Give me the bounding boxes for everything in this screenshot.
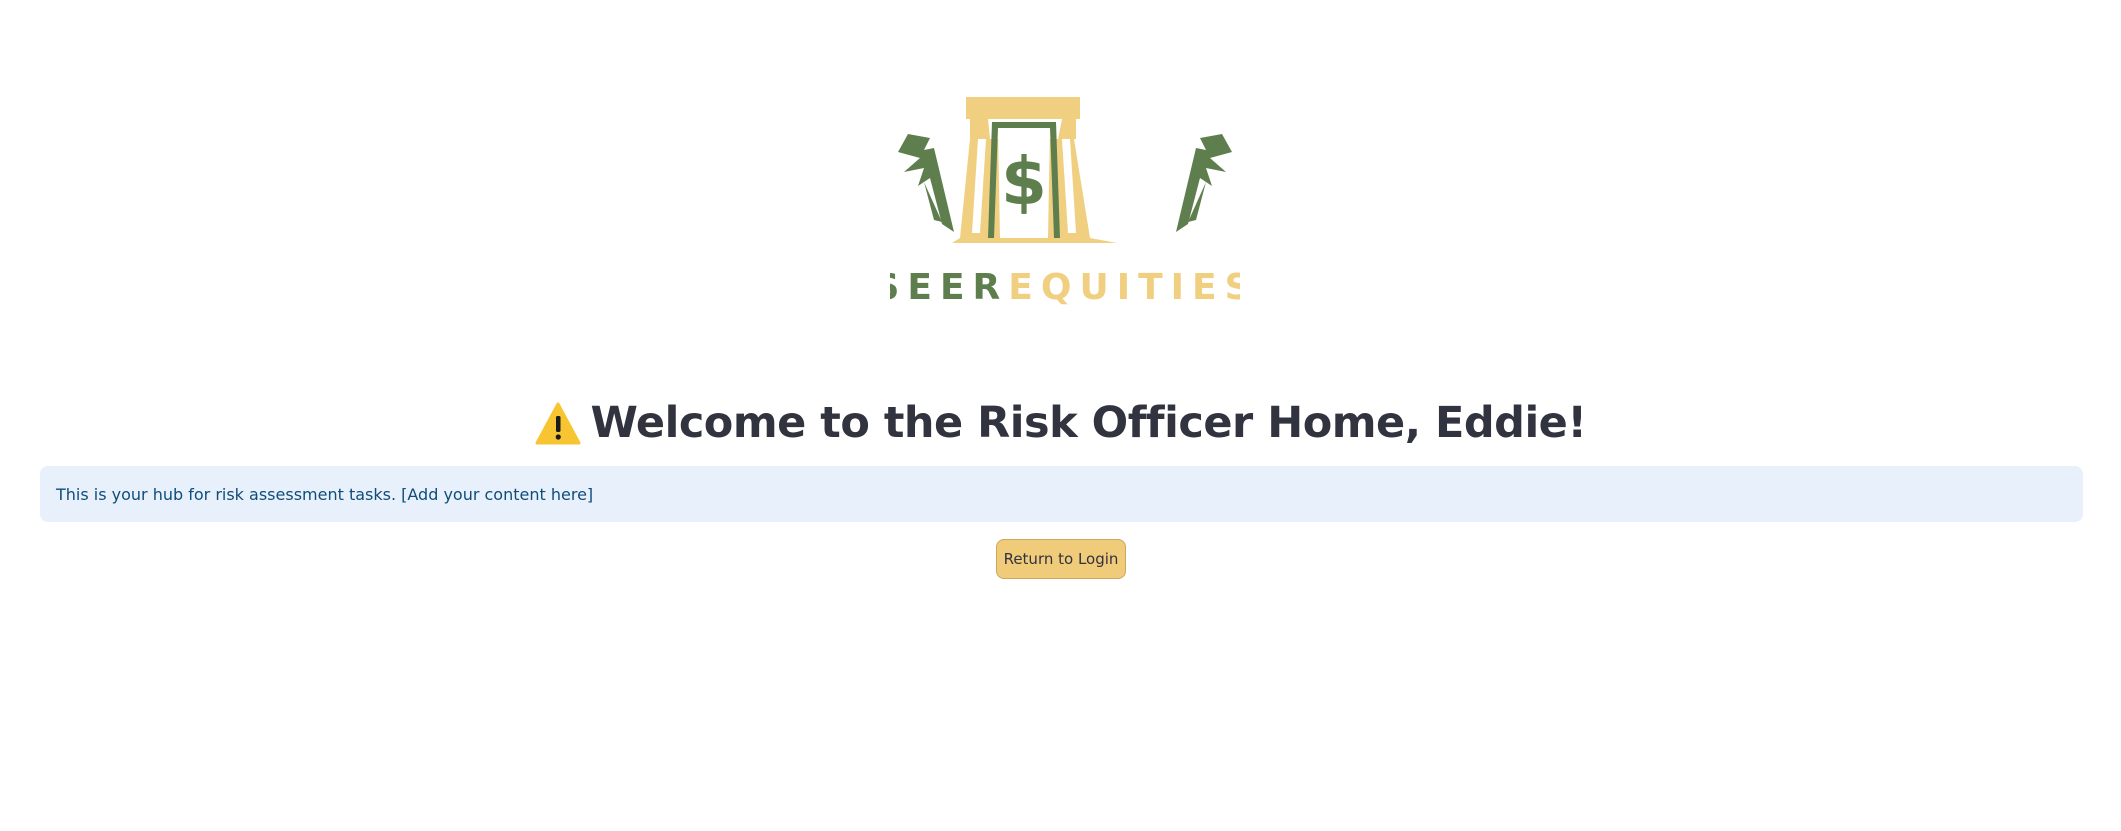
logo-text-equities: EQUITIES xyxy=(1008,267,1240,308)
info-alert: This is your hub for risk assessment tas… xyxy=(40,466,2083,522)
svg-text:$: $ xyxy=(1001,143,1047,220)
return-to-login-button[interactable]: Return to Login xyxy=(996,539,1126,579)
page-title: Welcome to the Risk Officer Home, Eddie! xyxy=(590,398,1587,448)
svg-text:SEEREQUITIES: SEEREQUITIES xyxy=(890,267,1240,308)
warning-icon xyxy=(535,401,581,447)
page: $ SEEREQUITIES Welcome to the Risk Offic… xyxy=(0,0,2121,831)
heading-row: Welcome to the Risk Officer Home, Eddie! xyxy=(0,388,2121,458)
info-message: This is your hub for risk assessment tas… xyxy=(56,484,594,504)
seer-equities-logo: $ SEEREQUITIES xyxy=(890,92,1240,322)
logo-text-seer: SEER xyxy=(890,267,1008,308)
